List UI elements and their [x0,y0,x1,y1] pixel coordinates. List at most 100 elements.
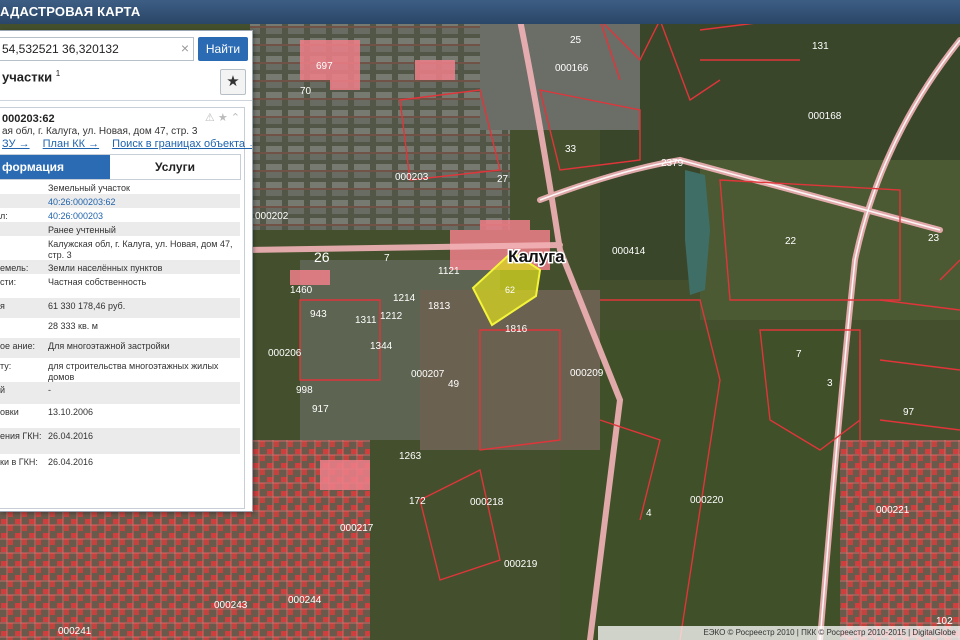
map-label: 000244 [288,595,322,606]
attribute-row: ки в ГКН: 26.04.2016 [0,454,240,480]
search-input[interactable] [0,38,174,60]
map-label: 25 [570,35,582,46]
map-label: 000414 [612,246,646,257]
map-label: 000221 [876,505,910,516]
attribute-value: Калужская обл, г. Калуга, ул. Новая, дом… [48,239,233,260]
attribute-row: ту: для строительства многоэтажных жилых … [0,358,240,382]
map-label: 697 [316,61,333,72]
map-label: 1212 [380,311,403,322]
map-label: 000168 [808,111,842,122]
map-label: 3 [827,378,833,389]
attribute-row: Калужская обл, г. Калуга, ул. Новая, дом… [0,236,240,260]
link-parcel[interactable]: ЗУ → [2,138,30,150]
map-label: 000209 [570,368,604,379]
parcel-number: 000203:62 [2,113,55,125]
attribute-value: - [48,385,51,395]
map-label: 33 [565,144,577,155]
star-icon: ★ [226,73,240,90]
map-label: 000217 [340,523,374,534]
app-title: АДАСТРОВАЯ КАРТА [0,4,141,19]
attribute-value[interactable]: 40:26:000203 [48,211,236,222]
attribute-label: л: [0,211,8,221]
link-cadastral-plan[interactable]: План КК → [43,138,99,150]
map-label: 97 [903,407,915,418]
attribute-label: сти: [0,277,17,287]
attribute-row: Ранее учтенный [0,222,240,236]
results-title: участки 1 [2,69,60,84]
map-label: 1214 [393,293,416,304]
favorite-button[interactable]: ★ [220,69,246,95]
map-label: 943 [310,309,327,320]
map-label: 1460 [290,285,313,296]
attribute-label: ое ание: [0,341,36,351]
attribute-table: Земельный участок 40:26:000203:62 л: 40:26:… [0,180,240,480]
clear-icon[interactable]: × [181,41,189,55]
attribute-row: 40:26:000203:62 [0,194,240,208]
tab-services[interactable]: Услуги [110,155,240,179]
search-button[interactable]: Найти [198,37,248,61]
link-search-in-bounds[interactable]: Поиск в границах объекта → [112,138,252,150]
map-label: 4 [646,508,652,519]
attribute-label: емель: [0,263,29,273]
parcel-address: ая обл, г. Калуга, ул. Новая, дом 47, ст… [2,126,198,137]
attribute-value: 26.04.2016 [48,457,94,467]
attribute-row: я 61 330 178,46 руб. [0,298,240,318]
attribute-row: л: 40:26:000203 [0,208,240,222]
map-label: 000207 [411,369,445,380]
map-attribution: ЕЭКО © Росреестр 2010 | ПКК © Росреестр … [598,626,960,640]
map-label: 000203 [395,172,429,183]
attribute-value: Для многоэтажной застройки [48,341,170,351]
parcel-links: ЗУ → План КК → Поиск в границах объекта … [2,138,252,150]
attribute-value[interactable]: 40:26:000203:62 [48,197,236,208]
map-label: 000243 [214,600,248,611]
map-label: 27 [497,174,509,185]
map-label: 23 [928,233,940,244]
attribute-row: емель: Земли населённых пунктов [0,260,240,274]
warning-icon[interactable]: ⚠ [205,112,215,124]
search-box[interactable]: × [0,37,194,61]
attribution-text: ЕЭКО © Росреестр 2010 | ПКК © Росреестр … [703,628,956,637]
attribute-value: Ранее учтенный [48,225,116,235]
map-label: 172 [409,496,426,507]
card-actions[interactable]: ⚠ ★ ⌃ [205,111,240,124]
map-label: 1311 [355,315,377,326]
tab-information[interactable]: формация [0,155,110,179]
results-count: 1 [55,69,61,78]
map-label: 000220 [690,495,724,506]
attribute-label: я [0,301,5,311]
city-label: Калуга [508,247,565,266]
map-label: 2379 [661,158,684,169]
map-label: 70 [300,86,312,97]
parcel-card: 000203:62 ⚠ ★ ⌃ ая обл, г. Калуга, ул. Н… [0,107,252,509]
map-label: 1816 [505,324,528,335]
map-label: 1813 [428,301,451,312]
map-label: 000206 [268,348,302,359]
attribute-row: Земельный участок [0,180,240,194]
map-label: 000166 [555,63,589,74]
attribute-label: й [0,385,6,395]
map-label: 998 [296,385,313,396]
collapse-icon[interactable]: ⌃ [231,112,240,124]
map-label: 131 [812,41,829,52]
attribute-value: Земельный участок [48,183,130,193]
attribute-label: ки в ГКН: [0,457,38,467]
attribute-row: ое ание: Для многоэтажной застройки [0,338,240,358]
map-label: 7 [384,253,390,264]
attribute-value: 61 330 178,46 руб. [48,301,126,311]
divider [0,100,252,101]
attribute-row: овки 13.10.2006 [0,404,240,428]
map-label: 1344 [370,341,393,352]
attribute-value: Частная собственность [48,277,147,287]
map-label: 1121 [438,266,460,277]
attribute-label: ения ГКН: [0,431,42,441]
app-header: АДАСТРОВАЯ КАРТА [0,0,960,24]
attribute-label: овки [0,407,19,417]
map-label: 49 [448,379,460,390]
map-label: 917 [312,404,329,415]
star-outline-icon[interactable]: ★ [218,112,228,124]
map-label: 000218 [470,497,504,508]
results-title-text: участки [2,69,53,85]
attribute-value: 13.10.2006 [48,407,94,417]
info-panel: × Найти участки 1 ★ 000203:62 ⚠ ★ ⌃ ая о… [0,30,253,512]
attribute-label: ту: [0,361,12,371]
